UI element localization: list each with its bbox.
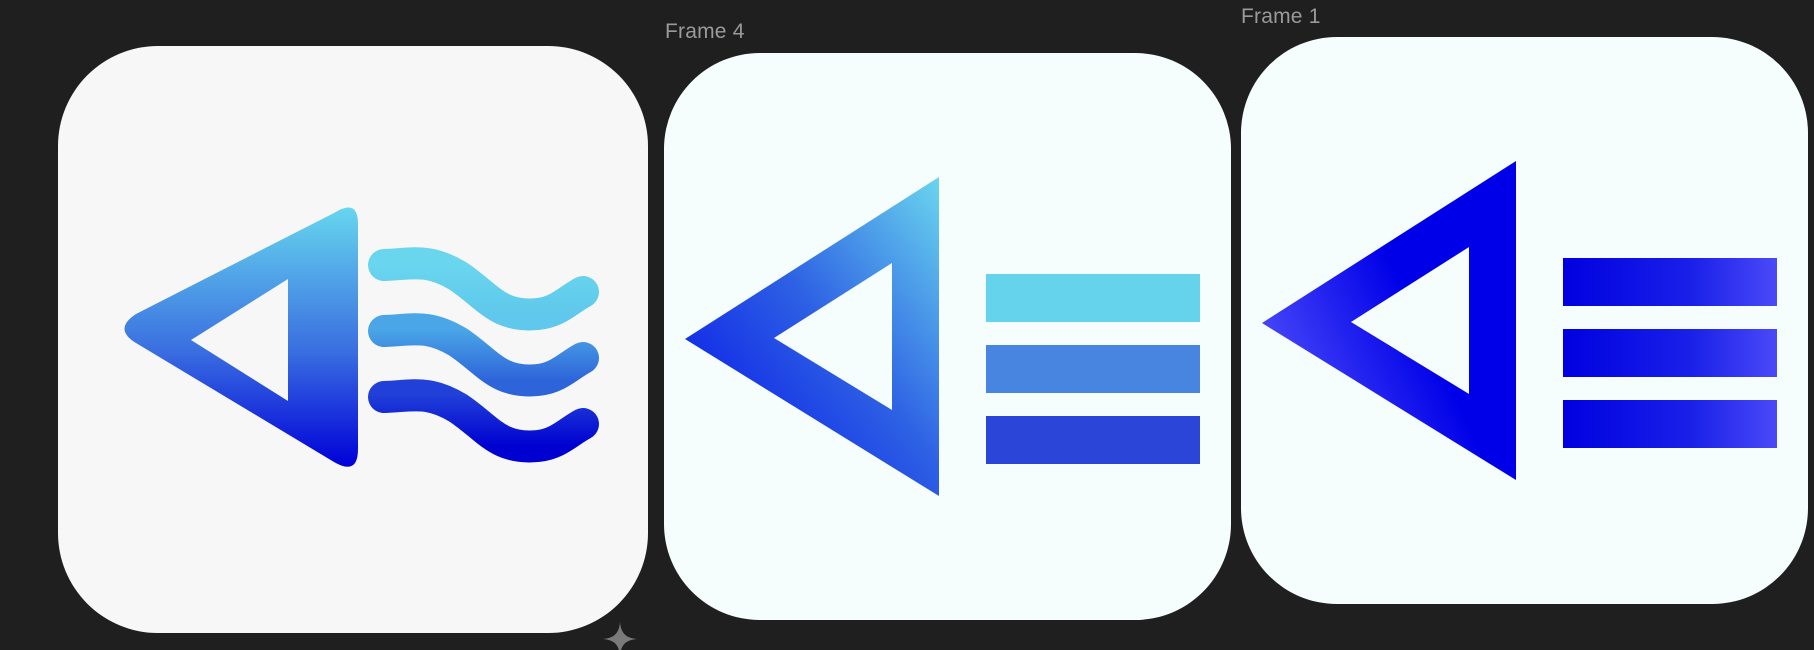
speaker-with-sound-waves-icon: [124, 207, 599, 467]
frame-unlabeled[interactable]: [58, 46, 648, 633]
frame-4[interactable]: [664, 53, 1231, 620]
design-canvas[interactable]: Frame 4 Frame 1: [0, 0, 1814, 650]
frame-label[interactable]: Frame 1: [1241, 5, 1321, 29]
frame-1[interactable]: [1241, 37, 1808, 604]
triangle-with-three-bars-icon: [685, 177, 1200, 496]
sparkle-icon[interactable]: [601, 620, 639, 650]
triangle-with-three-bars-icon: [1262, 161, 1777, 480]
frame-label[interactable]: Frame 4: [665, 20, 745, 44]
